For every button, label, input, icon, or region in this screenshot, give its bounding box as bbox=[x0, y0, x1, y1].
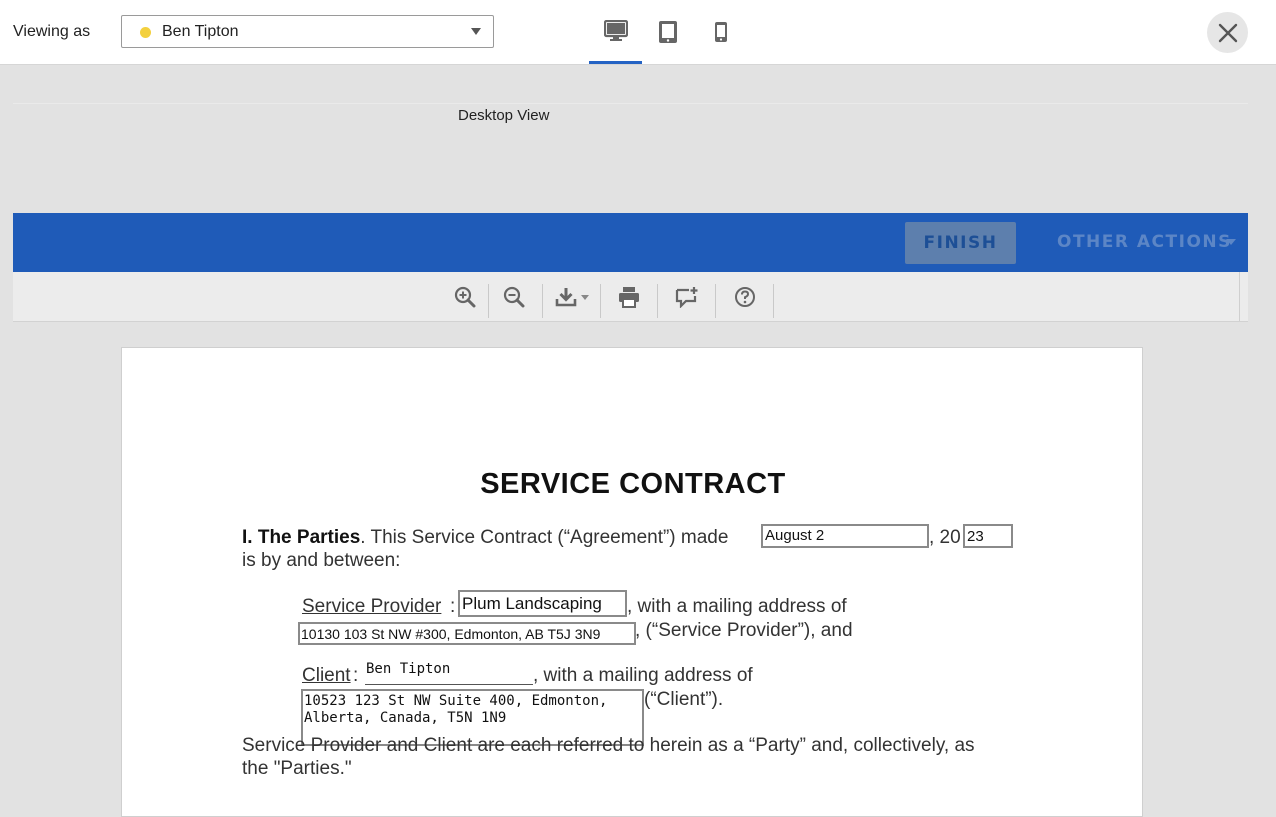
download-icon bbox=[555, 288, 589, 307]
other-actions-menu[interactable]: OTHER ACTIONS bbox=[1057, 232, 1232, 252]
viewer-select[interactable]: Ben Tipton bbox=[121, 15, 494, 48]
collective-text-line: Service Provider and Client are each ref… bbox=[242, 735, 975, 756]
preview-divider bbox=[13, 103, 1248, 104]
provider-name-field[interactable]: Plum Landscaping bbox=[458, 590, 627, 617]
provider-suffix: , (“Service Provider”), and bbox=[635, 620, 853, 641]
year-prefix: , 20 bbox=[929, 527, 961, 548]
zoom-in-button[interactable] bbox=[452, 283, 478, 311]
client-name-field[interactable]: Ben Tipton bbox=[366, 661, 450, 677]
between-text: is by and between: bbox=[242, 550, 401, 571]
provider-address-field[interactable]: 10130 103 St NW #300, Edmonton, AB T5J 3… bbox=[298, 622, 636, 645]
desktop-icon bbox=[603, 19, 628, 41]
viewer-status-dot bbox=[140, 27, 151, 38]
year-field[interactable]: 23 bbox=[963, 524, 1013, 548]
signing-action-bar: FINISH OTHER ACTIONS bbox=[13, 213, 1248, 272]
chevron-down-icon bbox=[471, 28, 481, 35]
date-field[interactable]: August 2 bbox=[761, 524, 929, 548]
help-icon bbox=[735, 287, 755, 307]
tablet-view-button[interactable] bbox=[641, 0, 694, 64]
collective-text-line: the "Parties." bbox=[242, 758, 352, 779]
desktop-view-button[interactable] bbox=[589, 0, 642, 64]
toolbar-divider bbox=[657, 284, 658, 318]
print-button[interactable] bbox=[616, 283, 642, 311]
toolbar-divider bbox=[1239, 272, 1240, 321]
mobile-view-button[interactable] bbox=[694, 0, 747, 64]
client-mailing-text: , with a mailing address of bbox=[533, 665, 753, 686]
tablet-icon bbox=[658, 21, 677, 43]
client-label: Client bbox=[302, 665, 351, 686]
finish-button[interactable]: FINISH bbox=[905, 222, 1016, 264]
top-bar: Viewing as Ben Tipton bbox=[0, 0, 1276, 65]
zoom-out-button[interactable] bbox=[501, 283, 527, 311]
document-page: SERVICE CONTRACT I. The Parties. This Se… bbox=[121, 347, 1143, 817]
chevron-down-icon bbox=[1226, 239, 1236, 245]
client-address-line: Alberta, Canada, T5N 1N9 bbox=[304, 710, 507, 726]
toolbar-divider bbox=[488, 284, 489, 318]
toolbar-divider bbox=[600, 284, 601, 318]
viewing-as-label: Viewing as bbox=[13, 23, 91, 40]
provider-mailing-text: , with a mailing address of bbox=[627, 596, 847, 617]
client-address-line: 10523 123 St NW Suite 400, Edmonton, bbox=[304, 693, 608, 709]
toolbar-divider bbox=[773, 284, 774, 318]
toolbar-divider bbox=[715, 284, 716, 318]
add-comment-button[interactable] bbox=[674, 283, 700, 311]
client-suffix: (“Client”). bbox=[644, 689, 724, 710]
close-button[interactable] bbox=[1207, 12, 1248, 53]
document-toolbar bbox=[13, 272, 1248, 322]
parties-line: I. The Parties. This Service Contract (“… bbox=[242, 527, 728, 549]
parties-intro: . This Service Contract (“Agreement”) ma… bbox=[360, 527, 729, 548]
close-icon bbox=[1218, 23, 1237, 42]
download-button[interactable] bbox=[554, 283, 592, 311]
help-button[interactable] bbox=[732, 283, 758, 311]
provider-label: Service Provider bbox=[302, 596, 442, 617]
mobile-icon bbox=[714, 22, 727, 42]
zoom-out-icon bbox=[503, 286, 525, 308]
zoom-in-icon bbox=[454, 286, 476, 308]
print-icon bbox=[619, 287, 639, 308]
client-colon: : bbox=[353, 665, 359, 686]
comment-add-icon bbox=[675, 287, 698, 308]
parties-heading: I. The Parties bbox=[242, 527, 361, 548]
document-title: SERVICE CONTRACT bbox=[480, 468, 786, 500]
toolbar-divider bbox=[542, 284, 543, 318]
provider-colon: : bbox=[450, 596, 456, 617]
client-name-underline bbox=[365, 684, 533, 685]
preview-mode-label: Desktop View bbox=[458, 107, 550, 124]
viewer-name: Ben Tipton bbox=[162, 23, 239, 40]
